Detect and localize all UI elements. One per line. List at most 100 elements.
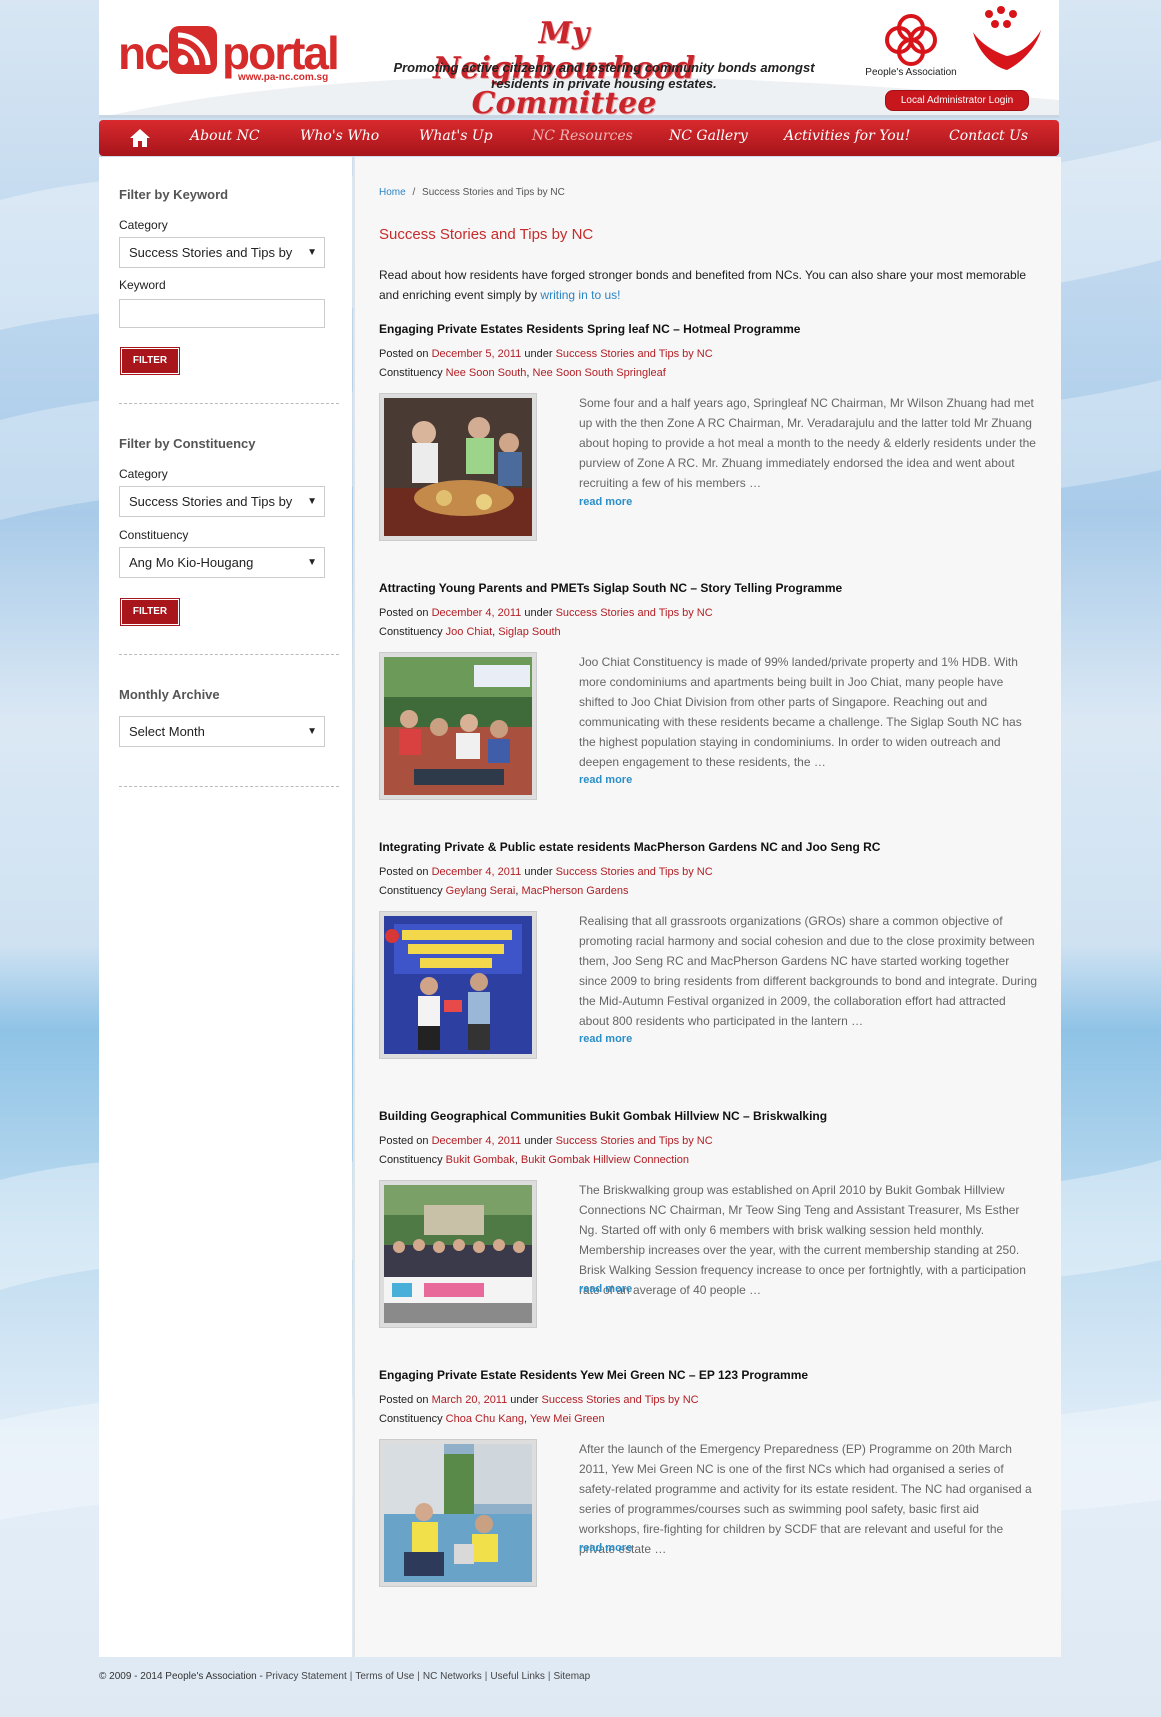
post-title[interactable]: Building Geographical Communities Bukit … — [379, 1109, 1039, 1123]
constituency-meta-label: Constituency — [379, 1413, 443, 1425]
nav-whos-who[interactable]: Who's Who — [300, 128, 379, 144]
nav-whats-up[interactable]: What's Up — [419, 128, 493, 144]
post-thumbnail[interactable] — [379, 1180, 537, 1328]
peoples-association-label: People's Association — [865, 67, 957, 78]
sidebar-divider — [119, 786, 339, 787]
footer-separator: | — [349, 1671, 353, 1682]
post-thumbnail[interactable] — [379, 652, 537, 800]
post-date-link[interactable]: December 4, 2011 — [432, 607, 522, 619]
posted-on-label: Posted on — [379, 866, 429, 878]
logo-url: www.pa-nc.com.sg — [238, 72, 329, 83]
nav-nc-gallery[interactable]: NC Gallery — [669, 128, 748, 144]
post-category-link[interactable]: Success Stories and Tips by NC — [556, 866, 713, 878]
nav-activities-for-you[interactable]: Activities for You! — [784, 128, 910, 144]
nc-portal-logo[interactable]: nc portal www.pa-nc.com.sg — [118, 22, 358, 83]
constituency-link[interactable]: Geylang Serai — [446, 885, 516, 897]
constituency-select[interactable]: Ang Mo Kio-Hougang ▼ — [119, 547, 325, 578]
footer-link-privacy-statement[interactable]: Privacy Statement — [266, 1671, 347, 1682]
post-item: Engaging Private Estates Residents Sprin… — [379, 322, 1039, 541]
post-date-link[interactable]: December 4, 2011 — [432, 866, 522, 878]
tagline-line-1: Promoting active citizenry and fostering… — [393, 60, 815, 75]
constituency-filter-button[interactable]: FILTER — [121, 599, 179, 625]
site-footer: © 2009 - 2014 People's Association - Pri… — [99, 1671, 590, 1682]
post-item: Engaging Private Estate Residents Yew Me… — [379, 1368, 1039, 1587]
constituency-link[interactable]: Nee Soon South — [446, 367, 527, 379]
footer-copyright: © 2009 - 2014 People's Association - — [99, 1671, 263, 1682]
post-excerpt: The Briskwalking group was established o… — [579, 1183, 1026, 1297]
read-more-link[interactable]: read more — [579, 1283, 632, 1295]
main-nav: About NC Who's Who What's Up NC Resource… — [99, 120, 1059, 156]
dropdown-arrow-icon: ▼ — [307, 496, 317, 507]
category-select[interactable]: Success Stories and Tips by ▼ — [119, 237, 325, 268]
monthly-archive-select[interactable]: Select Month ▼ — [119, 716, 325, 747]
page-title: Success Stories and Tips by NC — [379, 226, 594, 243]
posted-on-label: Posted on — [379, 607, 429, 619]
post-thumbnail[interactable] — [379, 393, 537, 541]
posted-on-label: Posted on — [379, 1135, 429, 1147]
home-icon[interactable] — [129, 128, 151, 148]
constituency-link[interactable]: MacPherson Gardens — [522, 885, 629, 897]
post-title[interactable]: Integrating Private & Public estate resi… — [379, 840, 1039, 854]
post-item: Building Geographical Communities Bukit … — [379, 1109, 1039, 1328]
post-meta: Posted on December 4, 2011 under Success… — [379, 607, 713, 638]
tagline-line-2: residents in private housing estates. — [491, 76, 717, 91]
post-title[interactable]: Engaging Private Estates Residents Sprin… — [379, 322, 1039, 336]
constituency-link[interactable]: Yew Mei Green — [530, 1413, 605, 1425]
post-excerpt: Some four and a half years ago, Springle… — [579, 396, 1036, 490]
post-thumbnail[interactable] — [379, 1439, 537, 1587]
site-header: nc portal www.pa-nc.com.sg My Neighbourh… — [99, 0, 1059, 121]
read-more-link[interactable]: read more — [579, 496, 632, 508]
read-more-link[interactable]: read more — [579, 774, 632, 786]
post-category-link[interactable]: Success Stories and Tips by NC — [556, 607, 713, 619]
constituency-link[interactable]: Bukit Gombak — [446, 1154, 515, 1166]
category-label: Category — [119, 467, 168, 481]
footer-link-useful-links[interactable]: Useful Links — [490, 1671, 544, 1682]
under-label: under — [524, 866, 553, 878]
read-more-link[interactable]: read more — [579, 1033, 632, 1045]
post-meta: Posted on December 5, 2011 under Success… — [379, 348, 713, 379]
post-item: Attracting Young Parents and PMETs Sigla… — [379, 581, 1039, 800]
constituency-link[interactable]: Nee Soon South Springleaf — [533, 367, 666, 379]
breadcrumb-home-link[interactable]: Home — [379, 187, 406, 198]
post-category-link[interactable]: Success Stories and Tips by NC — [556, 1135, 713, 1147]
post-date-link[interactable]: March 20, 2011 — [432, 1394, 508, 1406]
footer-link-terms-of-use[interactable]: Terms of Use — [355, 1671, 414, 1682]
read-more-link[interactable]: read more — [579, 1542, 632, 1554]
post-excerpt: Joo Chiat Constituency is made of 99% la… — [579, 655, 1022, 769]
logo-nc-text: nc — [118, 27, 170, 79]
post-title[interactable]: Attracting Young Parents and PMETs Sigla… — [379, 581, 1039, 595]
footer-link-sitemap[interactable]: Sitemap — [553, 1671, 590, 1682]
nav-about-nc[interactable]: About NC — [190, 128, 260, 144]
constituency-link[interactable]: Joo Chiat — [446, 626, 492, 638]
post-date-link[interactable]: December 5, 2011 — [432, 348, 522, 360]
nav-nc-resources[interactable]: NC Resources — [532, 128, 633, 144]
local-admin-login-button[interactable]: Local Administrator Login — [885, 90, 1029, 111]
post-date-link[interactable]: December 4, 2011 — [432, 1135, 522, 1147]
constituency-link[interactable]: Bukit Gombak Hillview Connection — [521, 1154, 689, 1166]
footer-separator: | — [484, 1671, 488, 1682]
monthly-archive-heading: Monthly Archive — [119, 687, 220, 702]
posted-on-label: Posted on — [379, 1394, 429, 1406]
post-category-link[interactable]: Success Stories and Tips by NC — [542, 1394, 699, 1406]
constituency-link[interactable]: Choa Chu Kang — [446, 1413, 524, 1425]
under-label: under — [510, 1394, 539, 1406]
constituency-link[interactable]: Siglap South — [498, 626, 560, 638]
constituency-select-value: Ang Mo Kio-Hougang — [129, 555, 254, 570]
constituency-category-value: Success Stories and Tips by — [129, 494, 293, 509]
nav-contact-us[interactable]: Contact Us — [949, 128, 1028, 144]
footer-separator: | — [417, 1671, 420, 1682]
constituency-category-select[interactable]: Success Stories and Tips by ▼ — [119, 486, 325, 517]
sidebar-divider — [119, 654, 339, 655]
post-thumbnail[interactable] — [379, 911, 537, 1059]
dropdown-arrow-icon: ▼ — [307, 726, 317, 737]
keyword-filter-button[interactable]: FILTER — [121, 348, 179, 374]
sidebar: Filter by Keyword Category Success Stori… — [99, 157, 352, 1657]
writing-in-link[interactable]: writing in to us! — [540, 288, 620, 302]
footer-link-nc-networks[interactable]: NC Networks — [423, 1671, 482, 1682]
post-title[interactable]: Engaging Private Estate Residents Yew Me… — [379, 1368, 1039, 1382]
volunteer-heart-logo[interactable] — [967, 6, 1045, 74]
keyword-input[interactable] — [119, 299, 325, 328]
site-tagline: Promoting active citizenry and fostering… — [389, 60, 819, 92]
post-category-link[interactable]: Success Stories and Tips by NC — [556, 348, 713, 360]
dropdown-arrow-icon: ▼ — [307, 557, 317, 568]
